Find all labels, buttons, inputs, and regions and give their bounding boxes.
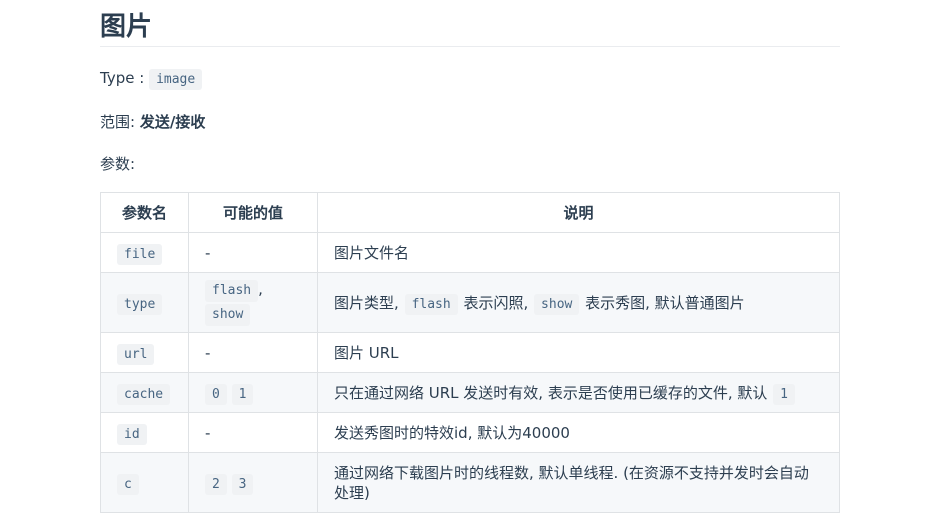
- param-values-cell: -: [188, 232, 318, 273]
- param-values-cell: flash, show: [188, 272, 318, 333]
- value-code: flash: [205, 279, 259, 302]
- param-values-cell: 2 3: [188, 452, 318, 513]
- param-desc-cell: 只在通过网络 URL 发送时有效, 表示是否使用已缓存的文件, 默认 1: [317, 372, 840, 413]
- param-name-cell: url: [100, 332, 189, 373]
- page-content: 图片 Type : image 范围: 发送/接收 参数: 参数名 可能的值 说…: [100, 0, 840, 513]
- params-table: 参数名 可能的值 说明 file - 图片文件名 type flash, sho…: [100, 192, 840, 513]
- table-row: file - 图片文件名: [100, 232, 840, 273]
- param-values-cell: -: [188, 412, 318, 453]
- param-name-code: file: [117, 243, 163, 265]
- header-values: 可能的值: [188, 192, 318, 233]
- param-values-cell: 0 1: [188, 372, 318, 413]
- type-label: Type :: [100, 69, 145, 87]
- desc-code: show: [534, 294, 580, 315]
- type-value-code: image: [149, 69, 203, 90]
- table-row: type flash, show 图片类型, flash 表示闪照, show …: [100, 272, 840, 333]
- desc-code: 1: [773, 384, 795, 405]
- param-desc-cell: 通过网络下载图片时的线程数, 默认单线程. (在资源不支持并发时会自动处理): [317, 452, 840, 513]
- params-label: 参数:: [100, 155, 136, 173]
- param-name-cell: file: [100, 232, 189, 273]
- param-desc-cell: 图片文件名: [317, 232, 840, 273]
- param-values-cell: -: [188, 332, 318, 373]
- param-desc-cell: 图片类型, flash 表示闪照, show 表示秀图, 默认普通图片: [317, 272, 840, 333]
- param-name-code: c: [117, 473, 139, 495]
- value-separator: ,: [258, 279, 263, 298]
- value-code: 2: [205, 473, 227, 495]
- desc-text: 表示秀图, 默认普通图片: [585, 294, 745, 312]
- table-row: cache 0 1 只在通过网络 URL 发送时有效, 表示是否使用已缓存的文件…: [100, 372, 840, 413]
- desc-text: 表示闪照,: [463, 294, 529, 312]
- value-code: 0: [205, 383, 227, 405]
- param-desc-cell: 发送秀图时的特效id, 默认为40000: [317, 412, 840, 453]
- value-code: 3: [231, 473, 254, 495]
- param-name-code: url: [117, 343, 155, 365]
- param-name-code: cache: [117, 383, 171, 405]
- type-line: Type : image: [100, 66, 840, 92]
- table-header-row: 参数名 可能的值 说明: [100, 192, 840, 233]
- table-row: c 2 3 通过网络下载图片时的线程数, 默认单线程. (在资源不支持并发时会自…: [100, 452, 840, 513]
- range-label: 范围:: [100, 113, 136, 131]
- page-title: 图片: [100, 0, 840, 47]
- range-value: 发送/接收: [139, 113, 206, 131]
- desc-code: flash: [404, 294, 458, 315]
- table-row: id - 发送秀图时的特效id, 默认为40000: [100, 412, 840, 453]
- param-name-code: type: [117, 293, 163, 315]
- table-row: url - 图片 URL: [100, 332, 840, 373]
- value-code: 1: [231, 383, 254, 405]
- param-desc-cell: 图片 URL: [317, 332, 840, 373]
- range-line: 范围: 发送/接收: [100, 110, 840, 134]
- header-desc: 说明: [317, 192, 840, 233]
- header-name: 参数名: [100, 192, 189, 233]
- param-name-cell: id: [100, 412, 189, 453]
- param-name-cell: type: [100, 272, 189, 333]
- param-name-cell: cache: [100, 372, 189, 413]
- param-name-code: id: [117, 423, 147, 445]
- param-name-cell: c: [100, 452, 189, 513]
- value-code: show: [205, 303, 251, 326]
- desc-text: 图片类型,: [334, 294, 399, 312]
- desc-text: 只在通过网络 URL 发送时有效, 表示是否使用已缓存的文件, 默认: [334, 384, 768, 402]
